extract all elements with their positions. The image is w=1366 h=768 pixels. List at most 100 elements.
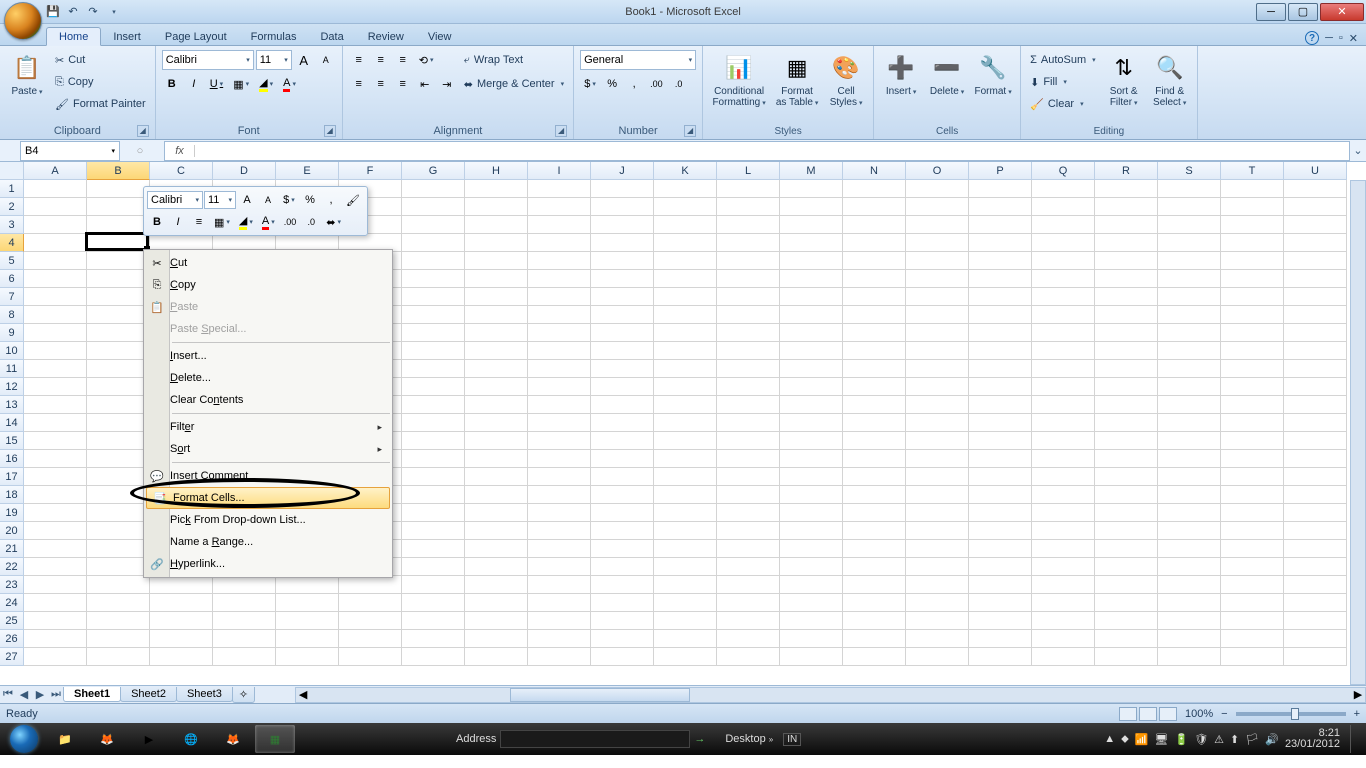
cell[interactable] <box>906 468 969 486</box>
align-bottom-button[interactable]: ≡ <box>393 50 413 70</box>
cell[interactable] <box>591 594 654 612</box>
mini-bold-button[interactable]: B <box>147 212 167 232</box>
cell[interactable] <box>87 540 150 558</box>
cell[interactable] <box>1032 414 1095 432</box>
cell[interactable] <box>654 378 717 396</box>
cell[interactable] <box>402 576 465 594</box>
cell[interactable] <box>780 486 843 504</box>
cell[interactable] <box>591 486 654 504</box>
column-header[interactable]: O <box>906 162 969 180</box>
font-dialog-launcher[interactable]: ◢ <box>324 125 336 137</box>
cell[interactable] <box>465 414 528 432</box>
tray-icon[interactable]: ▲ <box>1104 733 1115 745</box>
cell[interactable] <box>465 540 528 558</box>
cell[interactable] <box>1221 180 1284 198</box>
cell[interactable] <box>591 270 654 288</box>
cell[interactable] <box>1284 396 1347 414</box>
cell[interactable] <box>906 198 969 216</box>
cell[interactable] <box>780 306 843 324</box>
fill-button[interactable]: ⬇Fill <box>1027 72 1099 92</box>
cell[interactable] <box>1221 306 1284 324</box>
cell[interactable] <box>402 324 465 342</box>
cell[interactable] <box>1032 360 1095 378</box>
cell[interactable] <box>717 486 780 504</box>
cell[interactable] <box>591 576 654 594</box>
cell[interactable] <box>654 360 717 378</box>
cell[interactable] <box>1095 180 1158 198</box>
cell[interactable] <box>591 450 654 468</box>
cell[interactable] <box>1284 324 1347 342</box>
cell[interactable] <box>717 378 780 396</box>
cell[interactable] <box>906 630 969 648</box>
ctx-delete[interactable]: Delete... <box>144 367 392 389</box>
cell[interactable] <box>843 432 906 450</box>
cell[interactable] <box>780 288 843 306</box>
column-header[interactable]: A <box>24 162 87 180</box>
row-header[interactable]: 19 <box>0 504 24 522</box>
cell[interactable] <box>87 450 150 468</box>
align-left-button[interactable]: ≡ <box>349 74 369 94</box>
cell[interactable] <box>969 576 1032 594</box>
tray-volume-icon[interactable]: 🔊 <box>1265 733 1279 746</box>
cell[interactable] <box>1158 342 1221 360</box>
cell[interactable] <box>1221 504 1284 522</box>
cell[interactable] <box>528 360 591 378</box>
zoom-out-button[interactable]: − <box>1221 708 1227 720</box>
cell[interactable] <box>465 270 528 288</box>
ctx-pick-dropdown[interactable]: Pick From Drop-down List... <box>144 509 392 531</box>
cell[interactable] <box>906 360 969 378</box>
ctx-insert-comment[interactable]: 💬Insert Comment <box>144 465 392 487</box>
cell[interactable] <box>969 612 1032 630</box>
cell[interactable] <box>402 378 465 396</box>
ctx-insert[interactable]: Insert... <box>144 345 392 367</box>
formula-input[interactable]: fx <box>164 141 1350 161</box>
cell[interactable] <box>969 558 1032 576</box>
cell[interactable] <box>591 360 654 378</box>
cell[interactable] <box>906 306 969 324</box>
row-header[interactable]: 6 <box>0 270 24 288</box>
cell[interactable] <box>339 594 402 612</box>
cell[interactable] <box>1221 468 1284 486</box>
cell[interactable] <box>1158 216 1221 234</box>
cell[interactable] <box>1032 468 1095 486</box>
cell[interactable] <box>402 504 465 522</box>
cell[interactable] <box>1032 198 1095 216</box>
cell[interactable] <box>780 378 843 396</box>
clipboard-dialog-launcher[interactable]: ◢ <box>137 125 149 137</box>
cell[interactable] <box>1221 396 1284 414</box>
cell[interactable] <box>717 630 780 648</box>
column-header[interactable]: P <box>969 162 1032 180</box>
cell[interactable] <box>24 576 87 594</box>
cell[interactable] <box>717 342 780 360</box>
cell[interactable] <box>969 288 1032 306</box>
zoom-slider[interactable] <box>1236 712 1346 716</box>
cell[interactable] <box>528 234 591 252</box>
mini-increase-decimal-button[interactable]: .00 <box>280 212 301 232</box>
cell[interactable] <box>843 558 906 576</box>
cell[interactable] <box>1221 252 1284 270</box>
row-header[interactable]: 26 <box>0 630 24 648</box>
cell[interactable] <box>591 414 654 432</box>
cell[interactable] <box>1095 288 1158 306</box>
cell[interactable] <box>87 270 150 288</box>
cell[interactable] <box>24 396 87 414</box>
row-header[interactable]: 23 <box>0 576 24 594</box>
cell[interactable] <box>843 342 906 360</box>
close-button[interactable]: ✕ <box>1320 3 1364 21</box>
cell[interactable] <box>969 414 1032 432</box>
cell[interactable] <box>528 468 591 486</box>
cell[interactable] <box>1284 198 1347 216</box>
row-header[interactable]: 24 <box>0 594 24 612</box>
cell[interactable] <box>1095 486 1158 504</box>
cell[interactable] <box>24 594 87 612</box>
cell[interactable] <box>843 504 906 522</box>
cell[interactable] <box>591 198 654 216</box>
cell[interactable] <box>843 414 906 432</box>
number-format-combo[interactable]: General▾ <box>580 50 696 70</box>
cell[interactable] <box>591 306 654 324</box>
cell[interactable] <box>591 432 654 450</box>
cell[interactable] <box>969 630 1032 648</box>
maximize-button[interactable]: ▢ <box>1288 3 1318 21</box>
cell[interactable] <box>654 414 717 432</box>
row-header[interactable]: 21 <box>0 540 24 558</box>
